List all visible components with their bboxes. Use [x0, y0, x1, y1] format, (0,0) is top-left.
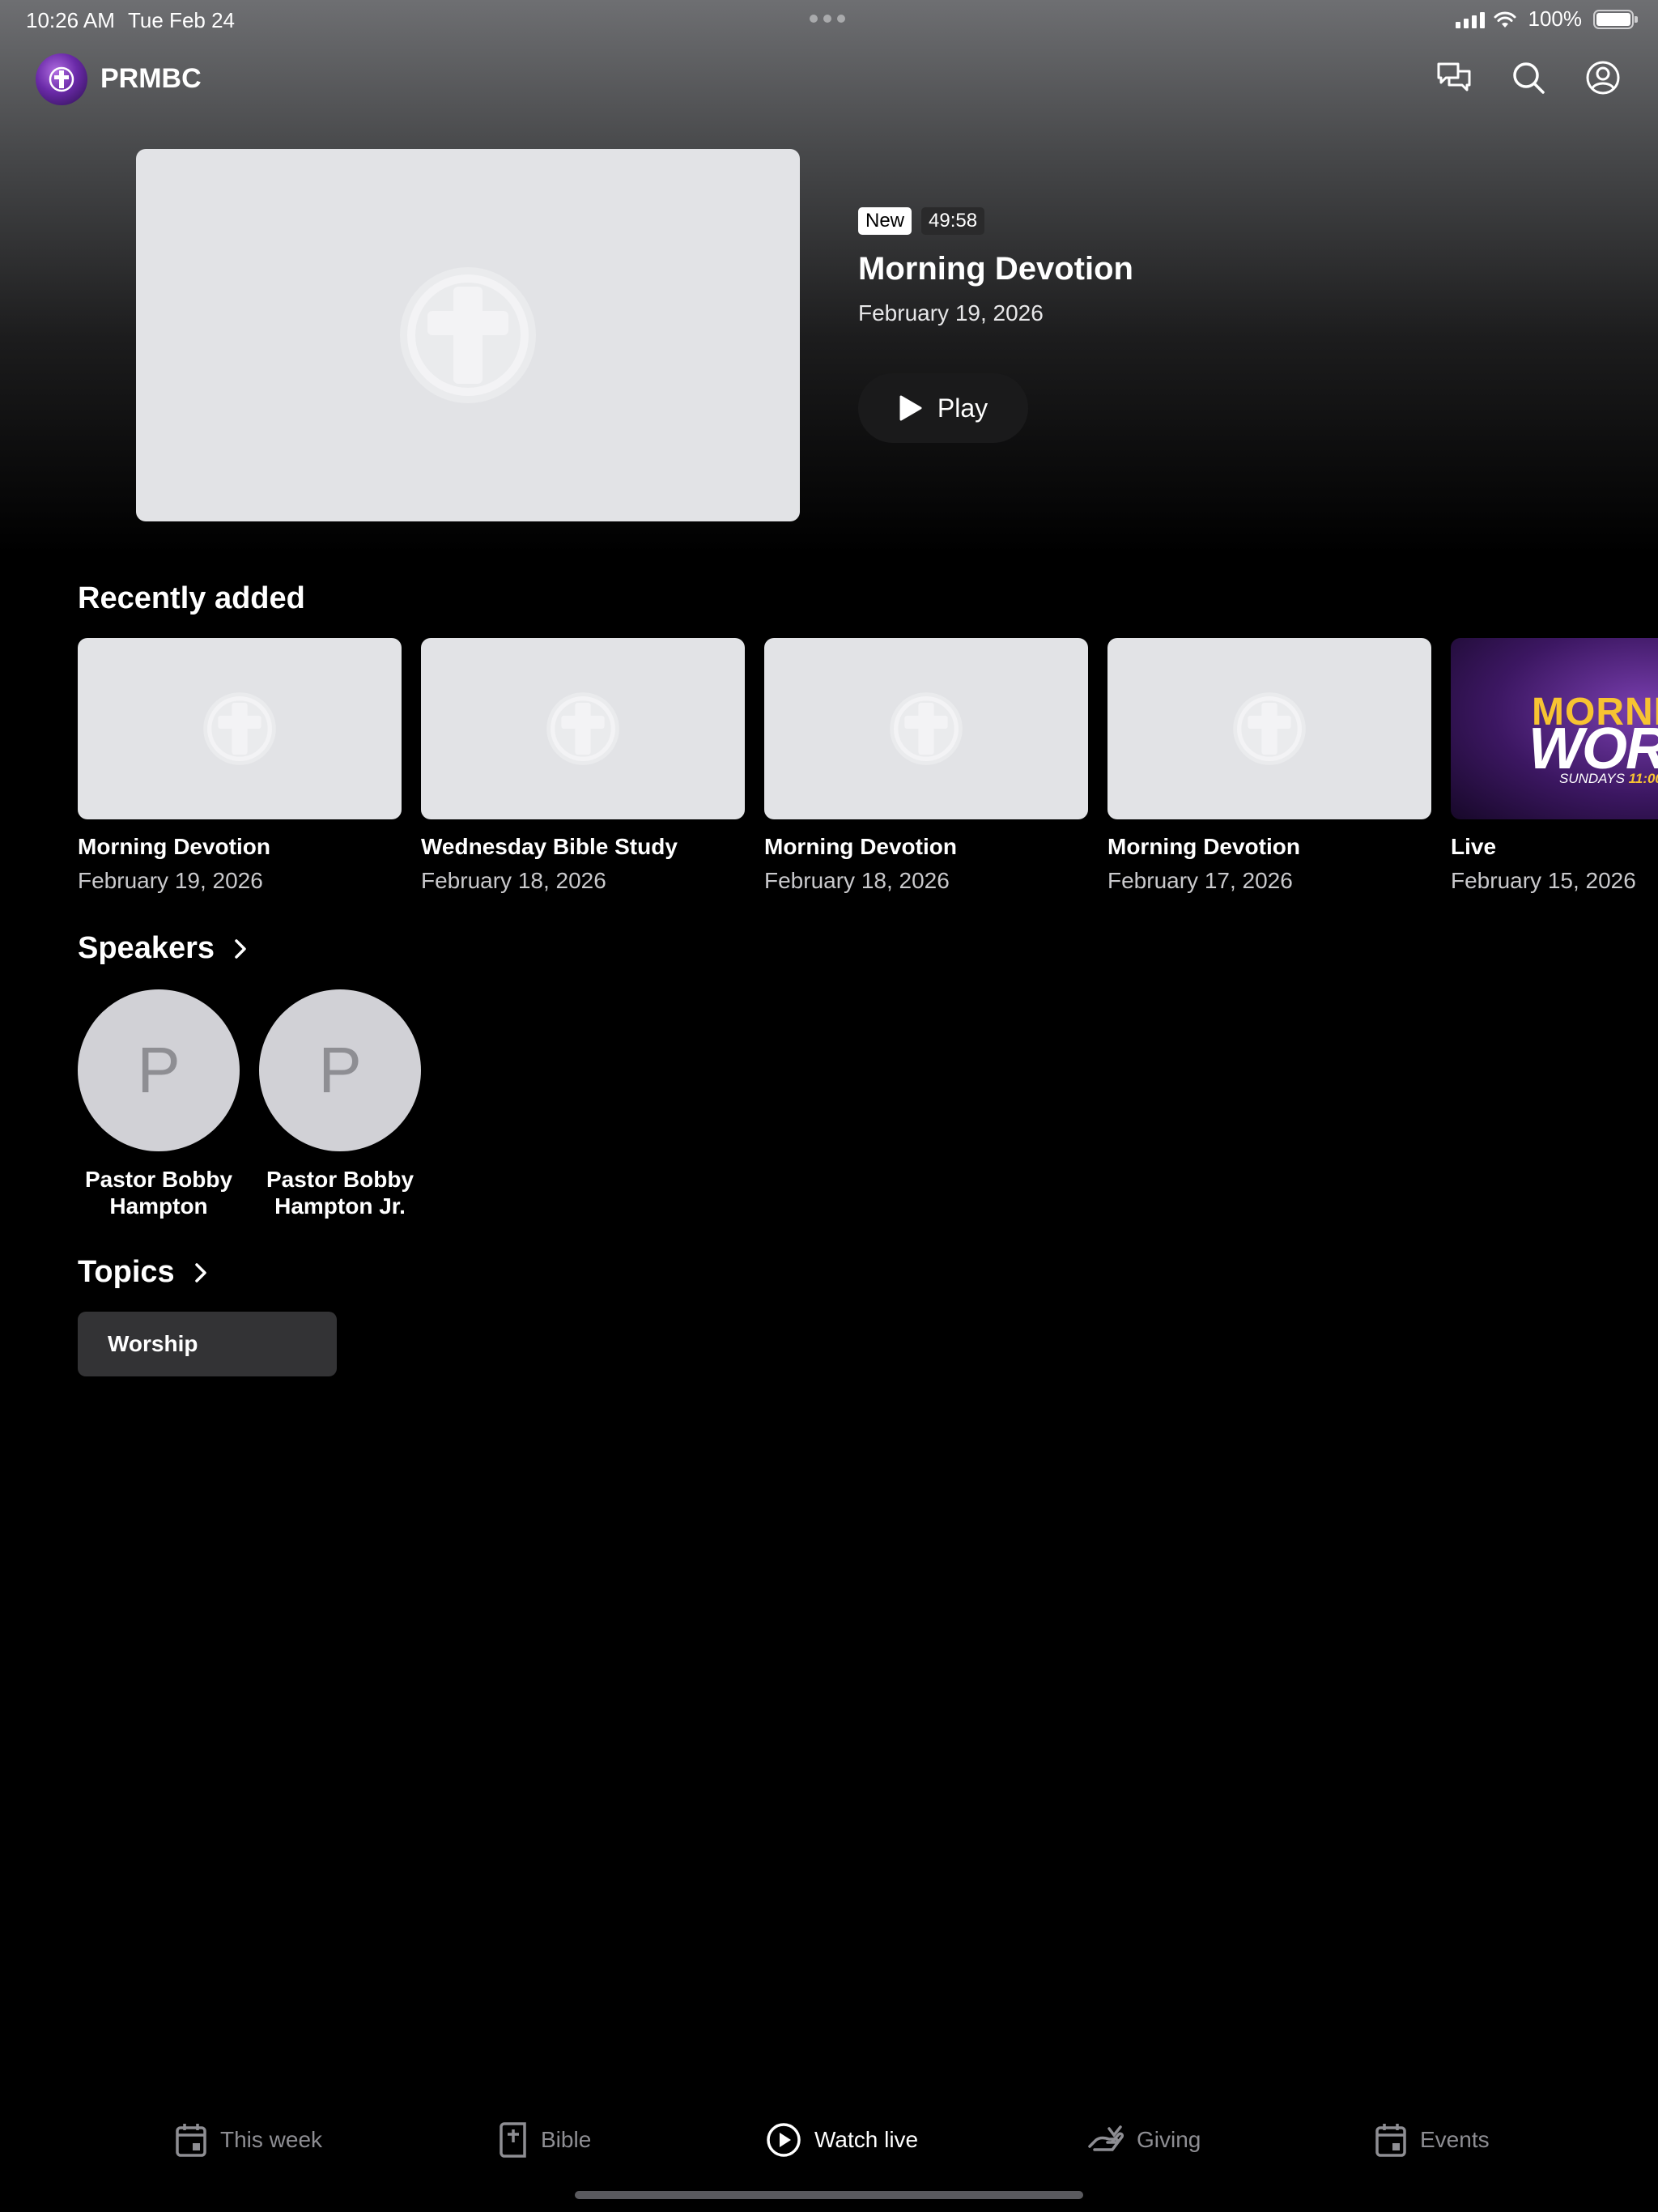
media-card-live[interactable]: MORNING WORSHIP SUNDAYS 11:00AM Live Feb…	[1451, 638, 1658, 894]
live-thumbnail: MORNING WORSHIP SUNDAYS 11:00AM	[1451, 638, 1658, 819]
calendar-icon	[176, 2124, 206, 2157]
status-date: Tue Feb 24	[128, 8, 236, 32]
wifi-icon	[1494, 11, 1516, 28]
hero-thumbnail[interactable]	[136, 149, 800, 521]
cellular-signal-icon	[1455, 11, 1485, 28]
tab-bible[interactable]: Bible	[497, 2113, 591, 2167]
play-icon	[899, 395, 922, 421]
card-date: February 19, 2026	[78, 868, 263, 893]
search-icon[interactable]	[1509, 58, 1548, 97]
card-title: Wednesday Bible Study	[421, 834, 678, 859]
placeholder-logo-icon	[400, 267, 536, 403]
speaker-name: Pastor Bobby Hampton Jr.	[266, 1167, 414, 1219]
tab-label: This week	[220, 2127, 323, 2152]
home-indicator[interactable]	[575, 2191, 1083, 2199]
media-card[interactable]: Morning Devotion February 18, 2026	[764, 638, 1088, 894]
card-date: February 15, 2026	[1451, 868, 1636, 893]
speaker-item[interactable]: P Pastor Bobby Hampton Jr.	[259, 989, 421, 1219]
play-circle-icon	[767, 2123, 801, 2157]
status-bar: 10:26 AM Tue Feb 24 100%	[0, 0, 1658, 39]
chevron-right-icon	[194, 1262, 206, 1283]
hero-date: February 19, 2026	[858, 300, 1044, 325]
card-thumbnail	[764, 638, 1088, 819]
tab-watch-live[interactable]: Watch live	[766, 2113, 918, 2167]
recently-added-heading: Recently added	[78, 581, 305, 615]
duration-badge: 49:58	[921, 207, 985, 235]
new-badge: New	[858, 207, 912, 235]
tab-giving[interactable]: Giving	[1088, 2113, 1201, 2167]
card-thumbnail	[421, 638, 745, 819]
tab-label: Watch live	[814, 2127, 919, 2152]
battery-percent: 100%	[1528, 6, 1583, 31]
media-card[interactable]: Morning Devotion February 17, 2026	[1107, 638, 1431, 894]
media-card[interactable]: Wednesday Bible Study February 18, 2026	[421, 638, 745, 894]
play-button[interactable]: Play	[858, 373, 1028, 443]
placeholder-logo-icon	[1233, 692, 1306, 765]
account-icon[interactable]	[1584, 58, 1622, 97]
thumb-text-line3: SUNDAYS 11:00AM	[1559, 771, 1658, 786]
placeholder-logo-icon	[546, 692, 619, 765]
media-card[interactable]: Morning Devotion February 19, 2026	[78, 638, 402, 894]
speaker-name: Pastor Bobby Hampton	[84, 1167, 233, 1219]
topics-heading[interactable]: Topics	[78, 1255, 207, 1290]
church-logo-icon[interactable]	[36, 53, 87, 105]
tab-bar: This week Bible Watch live Giving Events	[0, 2113, 1658, 2167]
status-time: 10:26 AM	[26, 8, 115, 32]
card-date: February 18, 2026	[421, 868, 606, 893]
speakers-heading[interactable]: Speakers	[78, 931, 247, 966]
tab-events[interactable]: Events	[1375, 2113, 1490, 2167]
recently-added-row[interactable]: Morning Devotion February 19, 2026 Wedne…	[78, 638, 1658, 897]
tab-label: Giving	[1137, 2127, 1201, 2152]
avatar: P	[259, 989, 421, 1151]
card-thumbnail	[78, 638, 402, 819]
giving-hand-icon	[1088, 2125, 1124, 2151]
avatar: P	[78, 989, 240, 1151]
card-date: February 18, 2026	[764, 868, 950, 893]
placeholder-logo-icon	[890, 692, 963, 765]
chat-icon[interactable]	[1435, 58, 1473, 97]
bible-icon	[500, 2122, 526, 2158]
card-title: Live	[1451, 834, 1497, 859]
speaker-item[interactable]: P Pastor Bobby Hampton	[78, 989, 240, 1219]
card-title: Morning Devotion	[78, 834, 270, 859]
hero-title: Morning Devotion	[858, 251, 1133, 287]
tab-label: Events	[1420, 2127, 1490, 2152]
multitasking-dots-icon[interactable]	[810, 15, 845, 23]
placeholder-logo-icon	[203, 692, 276, 765]
topic-chip-worship[interactable]: Worship	[78, 1312, 337, 1376]
tab-label: Bible	[541, 2127, 592, 2152]
card-title: Morning Devotion	[764, 834, 957, 859]
card-title: Morning Devotion	[1107, 834, 1300, 859]
tab-this-week[interactable]: This week	[175, 2113, 322, 2167]
chevron-right-icon	[235, 938, 246, 959]
card-date: February 17, 2026	[1107, 868, 1293, 893]
card-thumbnail	[1107, 638, 1431, 819]
battery-icon	[1593, 9, 1638, 29]
app-title: PRMBC	[100, 63, 202, 94]
calendar-icon	[1375, 2124, 1406, 2157]
play-label: Play	[937, 393, 988, 423]
